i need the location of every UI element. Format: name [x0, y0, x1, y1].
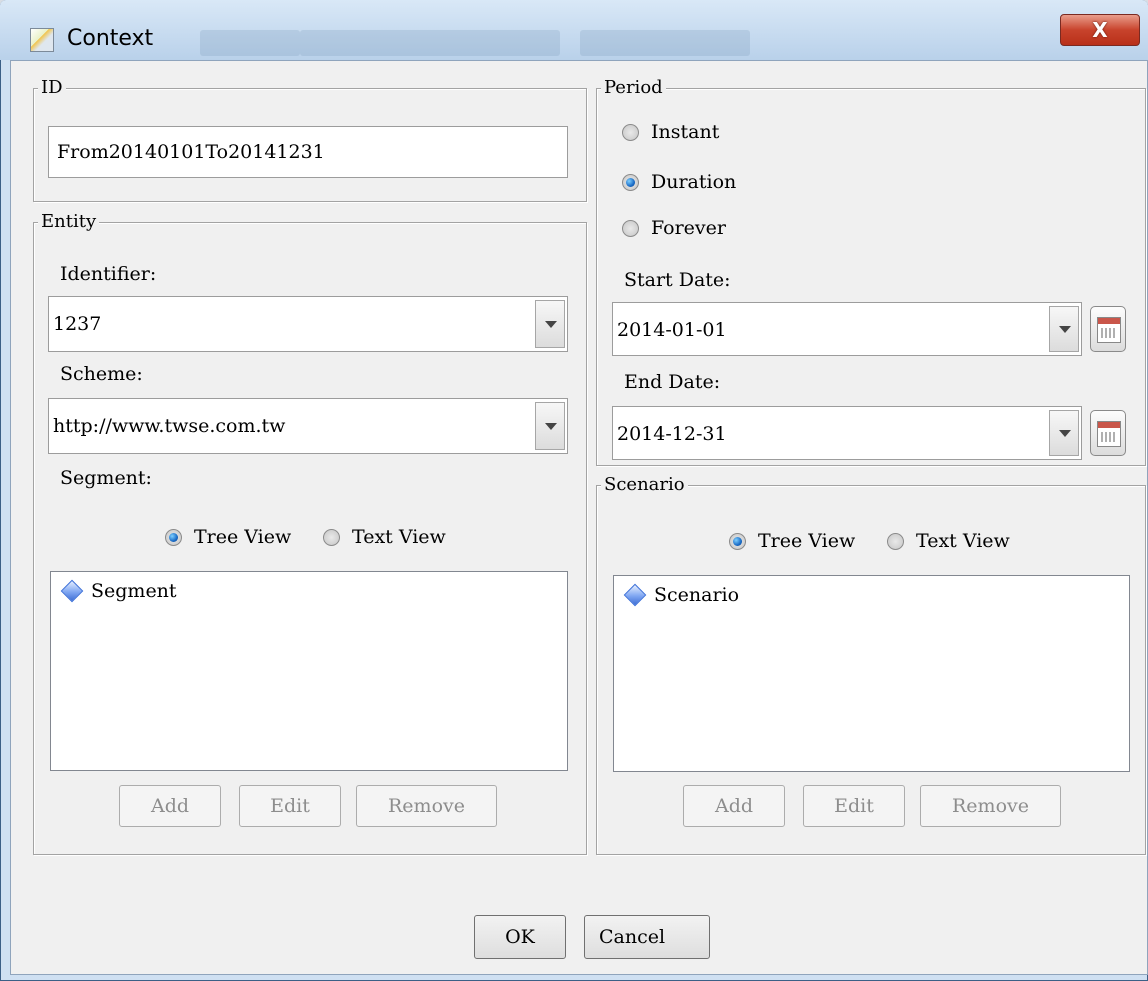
calendar-icon [1097, 421, 1121, 447]
scheme-value: http://www.twse.com.tw [53, 415, 286, 437]
radio-unselected-icon [887, 532, 904, 550]
segment-remove-button[interactable]: Remove [356, 785, 497, 827]
chevron-down-icon [1059, 326, 1071, 333]
radio-selected-icon [165, 528, 182, 546]
radio-label: Tree View [758, 530, 856, 552]
window-title: Context [67, 26, 154, 51]
close-icon: X [1092, 18, 1108, 42]
identifier-value: 1237 [53, 313, 102, 335]
scheme-label: Scheme: [60, 363, 143, 385]
diamond-icon [60, 579, 84, 603]
scenario-edit-button[interactable]: Edit [803, 785, 905, 827]
close-button[interactable]: X [1060, 14, 1140, 46]
segment-edit-button[interactable]: Edit [239, 785, 341, 827]
radio-selected-icon [729, 532, 746, 550]
identifier-label: Identifier: [60, 263, 157, 285]
end-date-calendar-button[interactable] [1090, 410, 1126, 456]
radio-label: Instant [651, 121, 720, 143]
radio-unselected-icon [622, 219, 639, 237]
scheme-combobox[interactable]: http://www.twse.com.tw [48, 398, 568, 454]
context-app-icon [30, 28, 54, 52]
segment-add-button[interactable]: Add [119, 785, 221, 827]
segment-tree-node[interactable]: Segment [60, 579, 177, 603]
background-tab [200, 30, 300, 56]
identifier-dropdown-button[interactable] [535, 300, 565, 348]
start-date-combobox[interactable]: 2014-01-01 [612, 302, 1082, 356]
radio-label: Text View [916, 530, 1010, 552]
tree-node-label: Scenario [654, 584, 740, 606]
duration-radio[interactable]: Duration [622, 170, 736, 194]
end-date-dropdown-button[interactable] [1049, 410, 1079, 456]
scenario-legend: Scenario [601, 474, 688, 496]
title-bar: Context X [0, 0, 1148, 60]
period-legend: Period [601, 77, 666, 99]
end-date-combobox[interactable]: 2014-12-31 [612, 406, 1082, 460]
instant-radio[interactable]: Instant [622, 120, 719, 144]
cancel-button[interactable]: Cancel [584, 915, 710, 959]
chevron-down-icon [545, 423, 557, 430]
scenario-add-button[interactable]: Add [683, 785, 785, 827]
forever-radio[interactable]: Forever [622, 216, 726, 240]
scenario-text-view-radio[interactable]: Text View [887, 529, 1010, 553]
radio-unselected-icon [323, 528, 340, 546]
segment-text-view-radio[interactable]: Text View [323, 525, 446, 549]
id-legend: ID [38, 77, 66, 99]
start-date-calendar-button[interactable] [1090, 306, 1126, 352]
radio-label: Text View [352, 526, 446, 548]
scenario-tree-view-radio[interactable]: Tree View [729, 529, 855, 553]
segment-tree[interactable]: Segment [50, 571, 568, 771]
radio-label: Tree View [194, 526, 292, 548]
diamond-icon [623, 583, 647, 607]
background-tab [580, 30, 750, 56]
ok-button[interactable]: OK [474, 915, 566, 959]
start-date-label: Start Date: [624, 269, 731, 291]
segment-label: Segment: [60, 467, 152, 489]
entity-legend: Entity [38, 211, 100, 233]
chevron-down-icon [545, 321, 557, 328]
end-date-value: 2014-12-31 [617, 423, 727, 445]
scenario-tree[interactable]: Scenario [613, 575, 1130, 772]
segment-tree-view-radio[interactable]: Tree View [165, 525, 291, 549]
id-input[interactable] [48, 126, 568, 178]
chevron-down-icon [1059, 430, 1071, 437]
start-date-value: 2014-01-01 [617, 319, 727, 341]
identifier-combobox[interactable]: 1237 [48, 296, 568, 352]
radio-label: Duration [651, 171, 737, 193]
scenario-tree-node[interactable]: Scenario [623, 583, 740, 607]
tree-node-label: Segment [91, 580, 177, 602]
scenario-remove-button[interactable]: Remove [920, 785, 1061, 827]
scheme-dropdown-button[interactable] [535, 402, 565, 450]
end-date-label: End Date: [624, 371, 721, 393]
radio-selected-icon [622, 173, 639, 191]
radio-label: Forever [651, 217, 726, 239]
radio-unselected-icon [622, 123, 639, 141]
start-date-dropdown-button[interactable] [1049, 306, 1079, 352]
background-tab [300, 30, 560, 56]
calendar-icon [1097, 317, 1121, 343]
